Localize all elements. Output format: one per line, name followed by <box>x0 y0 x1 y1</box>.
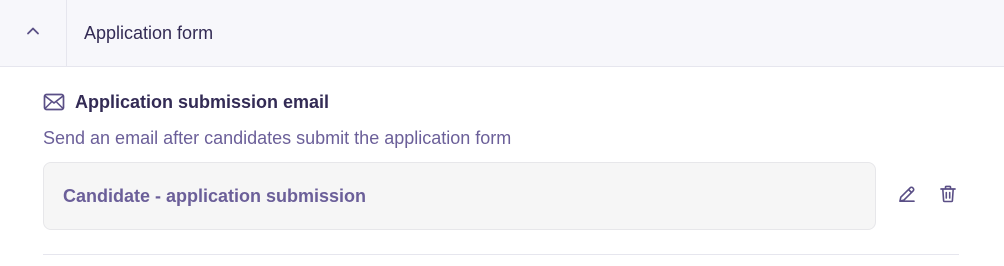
pencil-icon <box>897 184 917 209</box>
template-row: Candidate - application submission <box>43 162 959 230</box>
trash-icon <box>938 184 958 209</box>
section-title: Application form <box>84 22 214 43</box>
mail-icon <box>43 92 65 112</box>
email-heading: Application submission email <box>43 90 959 114</box>
delete-template-button[interactable] <box>937 185 959 207</box>
edit-template-button[interactable] <box>896 185 918 207</box>
chevron-up-icon <box>25 23 41 44</box>
divider <box>43 254 959 255</box>
template-selector[interactable]: Candidate - application submission <box>43 162 876 230</box>
email-settings: Application submission email Send an ema… <box>43 90 959 230</box>
collapse-button[interactable] <box>0 0 67 66</box>
template-name: Candidate - application submission <box>63 185 367 206</box>
section-header: Application form <box>0 0 1004 67</box>
email-description: Send an email after candidates submit th… <box>43 128 512 148</box>
email-title: Application submission email <box>75 91 330 112</box>
